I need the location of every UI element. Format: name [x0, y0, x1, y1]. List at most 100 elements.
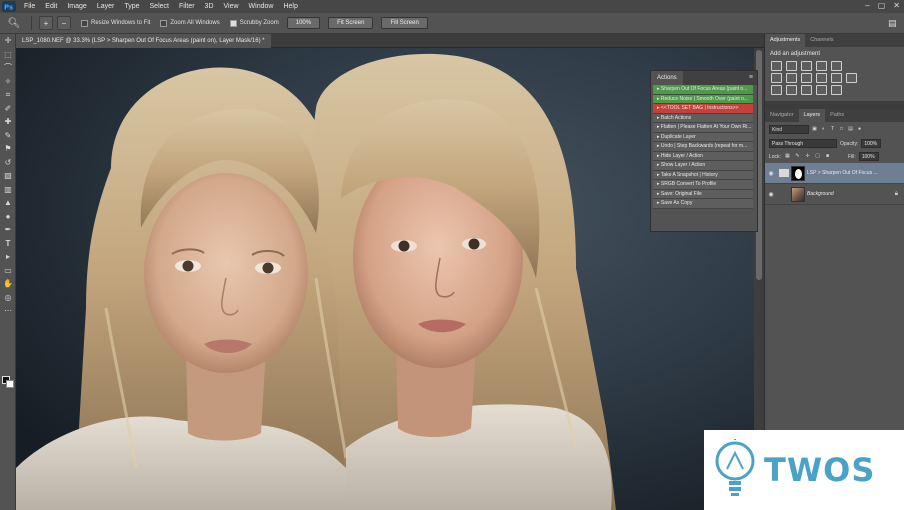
layer-mask-thumbnail[interactable]: [791, 165, 805, 181]
black-white-icon[interactable]: [801, 73, 812, 83]
adjustment-filter-icon[interactable]: ◐: [820, 126, 827, 133]
path-selection-tool-icon[interactable]: ▸: [0, 250, 16, 264]
filter-toggle-icon[interactable]: ●: [856, 126, 863, 133]
visibility-eye-icon[interactable]: ◉: [765, 191, 777, 198]
kind-select[interactable]: Kind: [769, 125, 809, 134]
photo-filter-icon[interactable]: [816, 73, 827, 83]
type-tool-icon[interactable]: T: [0, 237, 16, 251]
maximize-icon[interactable]: ▢: [878, 1, 886, 10]
invert-icon[interactable]: [771, 85, 782, 95]
action-item[interactable]: ▸ Save As Copy: [653, 199, 753, 209]
lock-artboard-icon[interactable]: ▢: [814, 153, 821, 160]
action-item[interactable]: ▸ Save: Original File: [653, 189, 753, 199]
gradient-map-icon[interactable]: [816, 85, 827, 95]
action-item[interactable]: ▸ Show Layer / Action: [653, 161, 753, 171]
tab-channels[interactable]: Channels: [805, 34, 838, 47]
minimize-icon[interactable]: –: [865, 1, 869, 10]
hand-tool-icon[interactable]: ✋: [0, 277, 16, 291]
move-tool-icon[interactable]: ✛: [0, 34, 16, 48]
hue-saturation-icon[interactable]: [771, 73, 782, 83]
tab-navigator[interactable]: Navigator: [765, 109, 799, 122]
color-lookup-icon[interactable]: [846, 73, 857, 83]
menu-image[interactable]: Image: [62, 0, 91, 13]
menu-window[interactable]: Window: [244, 0, 279, 13]
shape-filter-icon[interactable]: □: [838, 126, 845, 133]
eyedropper-tool-icon[interactable]: ✐: [0, 102, 16, 116]
fit-screen-button[interactable]: Fit Screen: [328, 17, 374, 29]
shape-tool-icon[interactable]: ▭: [0, 264, 16, 278]
action-item[interactable]: ▸ Undo | Step Backwards (repeat for m...: [653, 142, 753, 152]
fill-screen-button[interactable]: Fill Screen: [381, 17, 428, 29]
action-item[interactable]: ▸ <<TOOL SET BAG | Instructions>>: [653, 104, 753, 114]
action-item[interactable]: ▸ Flatten | Please Flatten At Your Own R…: [653, 123, 753, 133]
layer-name[interactable]: LSP > Sharpen Out Of Focus ...: [807, 170, 878, 176]
smart-object-filter-icon[interactable]: ▤: [847, 126, 854, 133]
lock-position-icon[interactable]: ✛: [804, 153, 811, 160]
levels-icon[interactable]: [786, 61, 797, 71]
dodge-tool-icon[interactable]: ●: [0, 210, 16, 224]
layer-name[interactable]: Background: [807, 191, 834, 197]
clone-stamp-tool-icon[interactable]: ⚑: [0, 142, 16, 156]
threshold-icon[interactable]: [801, 85, 812, 95]
more-tools-icon[interactable]: ⋯: [0, 304, 16, 318]
tab-paths[interactable]: Paths: [825, 109, 849, 122]
blend-mode-select[interactable]: Pass Through: [769, 139, 837, 148]
quick-select-tool-icon[interactable]: ✧: [0, 75, 16, 89]
zoom-all-windows-checkbox[interactable]: Zoom All Windows: [160, 19, 220, 27]
healing-brush-tool-icon[interactable]: ✚: [0, 115, 16, 129]
opacity-field[interactable]: 100%: [861, 139, 882, 148]
crop-tool-icon[interactable]: ⌗: [0, 88, 16, 102]
menu-select[interactable]: Select: [145, 0, 174, 13]
pen-tool-icon[interactable]: ✒: [0, 223, 16, 237]
fill-field[interactable]: 100%: [858, 152, 879, 161]
pixel-filter-icon[interactable]: ▣: [811, 126, 818, 133]
menu-layer[interactable]: Layer: [92, 0, 120, 13]
vibrance-icon[interactable]: [831, 61, 842, 71]
canvas-area[interactable]: [16, 48, 754, 510]
brush-tool-icon[interactable]: ✎: [0, 129, 16, 143]
scrubby-zoom-checkbox[interactable]: Scrubby Zoom: [229, 19, 279, 27]
visibility-eye-icon[interactable]: ◉: [765, 170, 777, 177]
menu-file[interactable]: File: [19, 0, 40, 13]
actions-tab[interactable]: Actions: [651, 71, 683, 85]
close-icon[interactable]: ✕: [893, 1, 900, 10]
curves-icon[interactable]: [801, 61, 812, 71]
posterize-icon[interactable]: [786, 85, 797, 95]
tab-layers[interactable]: Layers: [798, 109, 826, 122]
layer-thumbnail[interactable]: [791, 186, 805, 202]
lasso-tool-icon[interactable]: ⌒: [0, 61, 16, 75]
selective-color-icon[interactable]: [831, 85, 842, 95]
lock-transparent-icon[interactable]: ▦: [784, 153, 791, 160]
menu-view[interactable]: View: [219, 0, 244, 13]
zoom-out-icon[interactable]: −: [57, 16, 71, 30]
action-item[interactable]: ▸ Hide Layer / Action: [653, 151, 753, 161]
background-color-swatch[interactable]: [6, 380, 14, 388]
gradient-tool-icon[interactable]: ▥: [0, 183, 16, 197]
zoom-tool-preset-icon[interactable]: 🔍︎: [4, 16, 24, 31]
color-balance-icon[interactable]: [786, 73, 797, 83]
workspace-icon[interactable]: ▤: [888, 18, 898, 28]
menu-help[interactable]: Help: [278, 0, 302, 13]
menu-type[interactable]: Type: [119, 0, 144, 13]
menu-3d[interactable]: 3D: [200, 0, 219, 13]
history-brush-tool-icon[interactable]: ↺: [0, 156, 16, 170]
action-item[interactable]: ▸ Batch Actions: [653, 113, 753, 123]
action-item[interactable]: ▸ Sharpen Out Of Focus Areas (paint o...: [653, 85, 753, 95]
brightness-contrast-icon[interactable]: [771, 61, 782, 71]
action-item[interactable]: ▸ Reduce Noise | Smooth Over (paint o...: [653, 94, 753, 104]
lock-image-icon[interactable]: ✎: [794, 153, 801, 160]
document-tab[interactable]: LSP_1080.NEF @ 33.3% (LSP > Sharpen Out …: [16, 34, 271, 48]
blur-tool-icon[interactable]: ▲: [0, 196, 16, 210]
action-item[interactable]: ▸ Take A Snapshot | History: [653, 170, 753, 180]
channel-mixer-icon[interactable]: [831, 73, 842, 83]
eraser-tool-icon[interactable]: ▧: [0, 169, 16, 183]
panel-menu-icon[interactable]: ≡: [749, 74, 753, 81]
resize-windows-checkbox[interactable]: Resize Windows to Fit: [81, 19, 150, 27]
menu-filter[interactable]: Filter: [174, 0, 200, 13]
tab-adjustments[interactable]: Adjustments: [765, 34, 806, 47]
action-item[interactable]: ▸ Duplicate Layer: [653, 132, 753, 142]
layer-row-background[interactable]: ◉ Background 🔒︎: [765, 184, 904, 205]
zoom-in-icon[interactable]: +: [39, 16, 53, 30]
layer-row-group[interactable]: ◉ LSP > Sharpen Out Of Focus ...: [765, 163, 904, 184]
zoom-tool-icon[interactable]: ◎: [0, 291, 16, 305]
